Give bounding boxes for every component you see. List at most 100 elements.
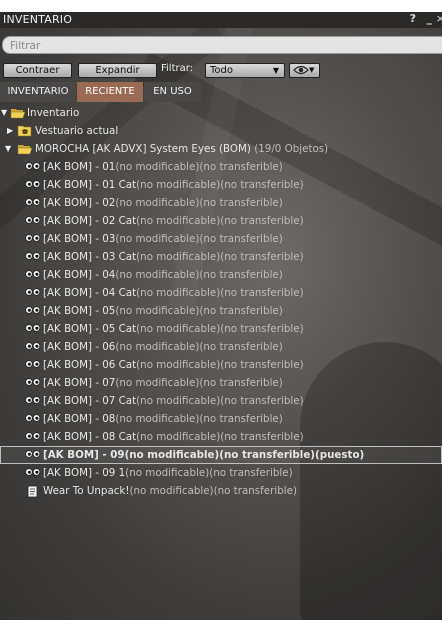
eyes-icon [25,360,41,368]
list-item[interactable]: [AK BOM] - 08(no modificable)(no transfe… [0,410,442,428]
list-item[interactable]: [AK BOM] - 04(no modificable)(no transfe… [0,266,442,284]
eyes-icon [25,234,41,242]
eyes-icon [25,378,41,386]
item-permissions: (no modificable)(no transferible) [136,215,304,227]
item-label: [AK BOM] - 03 Cat(no modificable)(no tra… [43,248,304,266]
item-label: [AK BOM] - 03(no modificable)(no transfe… [43,230,283,248]
list-item[interactable]: [AK BOM] - 06 Cat(no modificable)(no tra… [0,356,442,374]
expanded-arrow-icon[interactable]: ▼ [5,140,11,158]
item-permissions: (no modificable)(no transferible) [115,305,283,317]
eyes-icon [25,432,41,440]
list-item[interactable]: [AK BOM] - 05 Cat(no modificable)(no tra… [0,320,442,338]
item-name: [AK BOM] - 04 [43,269,116,281]
item-name: [AK BOM] - 03 Cat [43,251,137,263]
tree-root-row[interactable]: ▼ Inventario [0,104,442,122]
collapsed-arrow-icon[interactable]: ▶ [7,122,13,140]
eyes-icon [25,270,41,278]
list-item[interactable]: [AK BOM] - 02(no modificable)(no transfe… [0,194,442,212]
item-label: [AK BOM] - 09 1(no modificable)(no trans… [43,464,293,482]
item-permissions: (no modificable)(no transferible) [136,179,304,191]
eyes-icon [25,252,41,260]
eye-icon [293,65,309,75]
folder-label: MOROCHA [AK ADVX] System Eyes (BOM) (19/… [35,140,328,158]
window-title: INVENTARIO [3,13,73,26]
item-label: [AK BOM] - 01(no modificable)(no transfe… [43,158,283,176]
title-bar[interactable]: INVENTARIO ? _ × [0,12,442,28]
filter-label: Filtrar: [161,63,194,74]
list-item[interactable]: [AK BOM] - 03(no modificable)(no transfe… [0,230,442,248]
tree-root-label: Inventario [27,107,80,119]
open-folder-icon [10,109,26,119]
folder-row-morocha[interactable]: ▼ MOROCHA [AK ADVX] System Eyes (BOM) (1… [0,140,442,158]
expanded-arrow-icon[interactable]: ▼ [1,104,7,122]
list-item[interactable]: [AK BOM] - 06(no modificable)(no transfe… [0,338,442,356]
minimize-icon[interactable]: _ [427,12,433,25]
item-label: [AK BOM] - 07 Cat(no modificable)(no tra… [43,392,304,410]
filter-select[interactable]: Todo ▼ [205,63,285,78]
list-item[interactable]: [AK BOM] - 04 Cat(no modificable)(no tra… [0,284,442,302]
list-item[interactable]: [AK BOM] - 07 Cat(no modificable)(no tra… [0,392,442,410]
list-item[interactable]: [AK BOM] - 08 Cat(no modificable)(no tra… [0,428,442,446]
item-name: [AK BOM] - 02 [43,197,116,209]
expand-button[interactable]: Expandir [78,63,157,78]
item-permissions: (no modificable)(no transferible) [115,413,283,425]
list-item[interactable]: [AK BOM] - 02 Cat(no modificable)(no tra… [0,212,442,230]
item-permissions: (no modificable)(no transferible) [125,467,293,479]
list-item[interactable]: [AK BOM] - 07(no modificable)(no transfe… [0,374,442,392]
item-label: [AK BOM] - 02 Cat(no modificable)(no tra… [43,212,304,230]
list-item[interactable]: [AK BOM] - 09(no modificable)(no transfe… [0,446,442,464]
item-permissions: (no modificable)(no transferible) [115,377,283,389]
list-item[interactable]: [AK BOM] - 03 Cat(no modificable)(no tra… [0,248,442,266]
eyes-icon [25,396,41,404]
collapse-button[interactable]: Contraer [3,63,72,78]
eyes-icon [25,414,41,422]
eyes-icon [25,180,41,188]
item-name: [AK BOM] - 07 Cat [43,395,137,407]
item-name: [AK BOM] - 07 [43,377,116,389]
folder-name: MOROCHA [AK ADVX] System Eyes (BOM) [35,143,251,155]
open-folder-icon [17,145,33,155]
item-label: [AK BOM] - 07(no modificable)(no transfe… [43,374,283,392]
view-options-button[interactable]: ▼ [289,63,320,78]
eyes-icon [25,450,41,458]
help-icon[interactable]: ? [410,12,416,25]
item-name: [AK BOM] - 08 [43,413,116,425]
item-name: [AK BOM] - 01 [43,161,116,173]
inventory-panel: INVENTARIO ? _ × Contraer Expandir Filtr… [0,12,442,620]
list-item-script[interactable]: Wear To Unpack!(no modificable)(no trans… [0,482,442,500]
folder-row-current-outfit[interactable]: ▶ Vestuario actual [0,122,442,140]
tab-inventario[interactable]: INVENTARIO [0,82,76,102]
search-box[interactable] [2,36,442,54]
item-permissions: (no modificable)(no transferible) [136,323,304,335]
item-label: [AK BOM] - 08 Cat(no modificable)(no tra… [43,428,304,446]
list-item[interactable]: [AK BOM] - 05(no modificable)(no transfe… [0,302,442,320]
item-permissions: (no modificable)(no transferible) [136,251,304,263]
item-name: [AK BOM] - 05 Cat [43,323,137,335]
script-icon [27,485,38,498]
list-item[interactable]: [AK BOM] - 09 1(no modificable)(no trans… [0,464,442,482]
folder-label: Vestuario actual [35,125,119,137]
close-icon[interactable]: × [436,12,442,25]
item-permissions: (no modificable)(no transferible) [115,269,283,281]
item-name: [AK BOM] - 02 Cat [43,215,137,227]
outfit-folder-icon [17,125,32,137]
item-label: [AK BOM] - 04(no modificable)(no transfe… [43,266,283,284]
item-permissions: (no modificable)(no transferible) [136,287,304,299]
item-name: [AK BOM] - 08 Cat [43,431,137,443]
filter-select-value: Todo [210,65,233,76]
eyes-icon [25,324,41,332]
item-permissions: (no modificable)(no transferible) [136,395,304,407]
item-permissions: (no modificable)(no transferible) [136,431,304,443]
item-permissions: (no modificable)(no transferible) [115,341,283,353]
list-item[interactable]: [AK BOM] - 01 Cat(no modificable)(no tra… [0,176,442,194]
item-label: [AK BOM] - 06 Cat(no modificable)(no tra… [43,356,304,374]
eyes-icon [25,468,41,476]
item-label: [AK BOM] - 04 Cat(no modificable)(no tra… [43,284,304,302]
tab-reciente[interactable]: RECIENTE [77,82,143,102]
list-item[interactable]: [AK BOM] - 01(no modificable)(no transfe… [0,158,442,176]
item-name: Wear To Unpack! [43,485,130,497]
search-input[interactable] [10,39,430,52]
tab-en-uso[interactable]: EN USO [144,82,201,102]
item-label: [AK BOM] - 08(no modificable)(no transfe… [43,410,283,428]
item-permissions: (no modificable)(no transferible) [129,485,297,497]
